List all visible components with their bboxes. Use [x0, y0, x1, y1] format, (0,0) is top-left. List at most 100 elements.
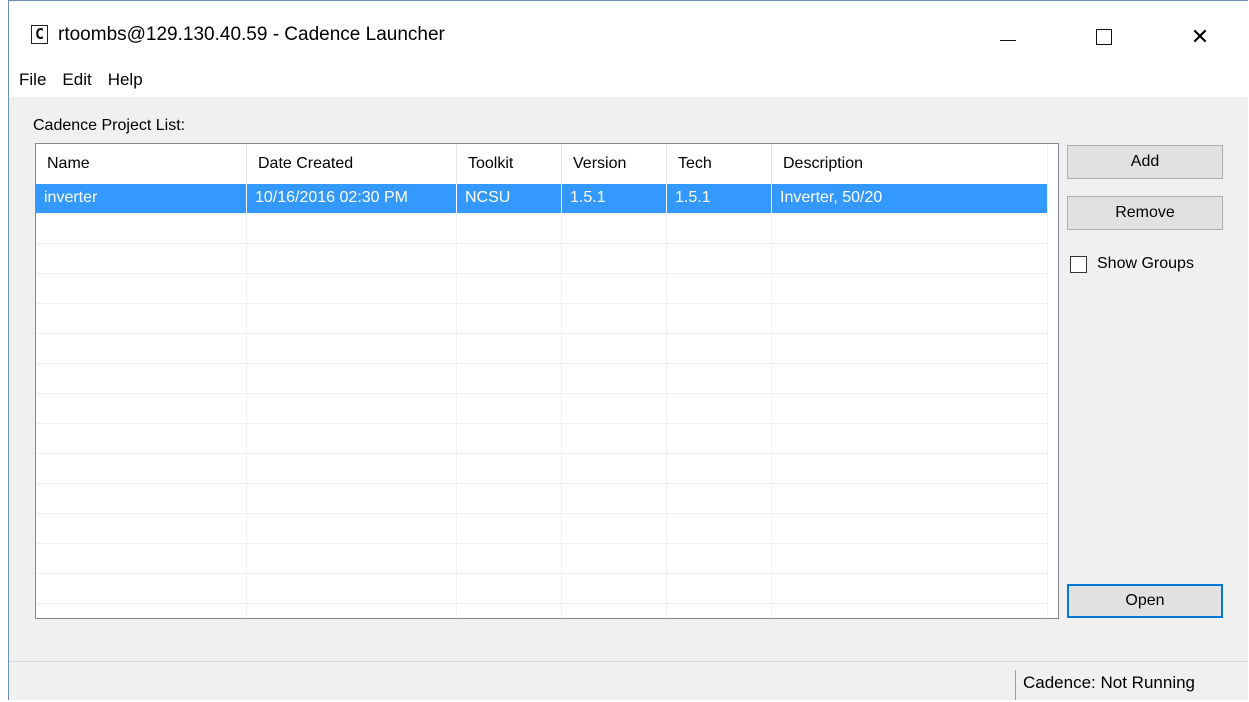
table-cell [457, 424, 562, 453]
table-cell [562, 544, 667, 573]
minimize-icon [1000, 39, 1016, 41]
table-cell [247, 544, 457, 573]
table-cell [772, 394, 1048, 423]
table-cell [667, 364, 772, 393]
close-icon: ✕ [1190, 24, 1210, 50]
cadence-status-text: Cadence: Not Running [1023, 673, 1196, 692]
status-bar: Cadence: Not Running [9, 661, 1248, 702]
menu-bar: File Edit Help [9, 63, 1248, 97]
table-cell [667, 394, 772, 423]
table-cell [562, 574, 667, 603]
table-cell [772, 274, 1048, 303]
cadence-app-icon[interactable]: C [31, 25, 48, 44]
table-cell [247, 604, 457, 618]
table-cell [562, 304, 667, 333]
empty-row [36, 484, 1048, 514]
table-cell [667, 544, 772, 573]
column-header-tech[interactable]: Tech [667, 144, 772, 184]
table-cell [457, 304, 562, 333]
table-cell [667, 304, 772, 333]
open-button[interactable]: Open [1067, 584, 1223, 618]
table-cell [247, 484, 457, 513]
table-cell [36, 304, 247, 333]
table-cell [36, 424, 247, 453]
table-cell [36, 214, 247, 243]
table-cell [772, 364, 1048, 393]
status-divider [1015, 670, 1016, 700]
table-cell [667, 334, 772, 363]
table-cell [36, 514, 247, 543]
table-cell [457, 514, 562, 543]
table-cell [457, 394, 562, 423]
empty-row [36, 394, 1048, 424]
table-cell [667, 214, 772, 243]
menu-help[interactable]: Help [100, 63, 151, 97]
show-groups-option[interactable]: Show Groups [1070, 255, 1194, 273]
column-header-date-created[interactable]: Date Created [247, 144, 457, 184]
project-list[interactable]: Name Date Created Toolkit Version Tech Descri… [35, 143, 1059, 619]
table-cell [667, 604, 772, 618]
table-cell [247, 574, 457, 603]
table-cell [36, 244, 247, 273]
table-cell: inverter [36, 184, 247, 213]
table-cell [562, 214, 667, 243]
table-cell [562, 424, 667, 453]
table-cell [562, 604, 667, 618]
cadence-launcher-window: C rtoombs@129.130.40.59 - Cadence Launch… [8, 0, 1248, 700]
table-cell: 10/16/2016 02:30 PM [247, 184, 457, 213]
table-cell [36, 484, 247, 513]
show-groups-label[interactable]: Show Groups [1097, 255, 1194, 273]
column-header-toolkit[interactable]: Toolkit [457, 144, 562, 184]
empty-row [36, 604, 1048, 618]
table-cell: 1.5.1 [667, 184, 772, 213]
table-cell [772, 604, 1048, 618]
table-cell [667, 424, 772, 453]
column-header-description[interactable]: Description [772, 144, 1048, 184]
table-cell [457, 364, 562, 393]
table-cell [772, 574, 1048, 603]
table-cell [36, 364, 247, 393]
table-row[interactable]: inverter 10/16/2016 02:30 PM NCSU 1.5.1 1.5.… [36, 184, 1048, 214]
table-cell [667, 514, 772, 543]
project-list-label: Cadence Project List: [33, 117, 186, 134]
column-header-version[interactable]: Version [562, 144, 667, 184]
project-list-header: Name Date Created Toolkit Version Tech Descri… [36, 144, 1048, 184]
table-cell [667, 484, 772, 513]
table-cell [562, 454, 667, 483]
table-cell [457, 334, 562, 363]
table-cell [772, 514, 1048, 543]
table-cell [247, 364, 457, 393]
table-cell [562, 244, 667, 273]
table-cell [36, 604, 247, 618]
table-cell [247, 334, 457, 363]
empty-row [36, 424, 1048, 454]
table-cell [562, 364, 667, 393]
table-cell [36, 334, 247, 363]
table-cell [247, 244, 457, 273]
table-cell [457, 274, 562, 303]
menu-file[interactable]: File [9, 63, 54, 97]
table-cell [667, 244, 772, 273]
table-cell [667, 454, 772, 483]
table-cell [562, 484, 667, 513]
empty-row [36, 334, 1048, 364]
table-cell [772, 424, 1048, 453]
empty-row [36, 274, 1048, 304]
table-cell [562, 514, 667, 543]
table-cell [667, 274, 772, 303]
remove-button[interactable]: Remove [1067, 196, 1223, 230]
table-cell [457, 484, 562, 513]
add-button[interactable]: Add [1067, 145, 1223, 179]
column-header-name[interactable]: Name [36, 144, 247, 184]
empty-row [36, 514, 1048, 544]
table-cell [36, 454, 247, 483]
table-cell [562, 334, 667, 363]
show-groups-checkbox[interactable] [1070, 255, 1087, 273]
empty-row [36, 214, 1048, 244]
table-cell [36, 394, 247, 423]
table-cell [247, 304, 457, 333]
menu-edit[interactable]: Edit [54, 63, 99, 97]
table-cell [457, 574, 562, 603]
maximize-icon [1096, 29, 1112, 45]
list-right-edge [1047, 144, 1058, 618]
